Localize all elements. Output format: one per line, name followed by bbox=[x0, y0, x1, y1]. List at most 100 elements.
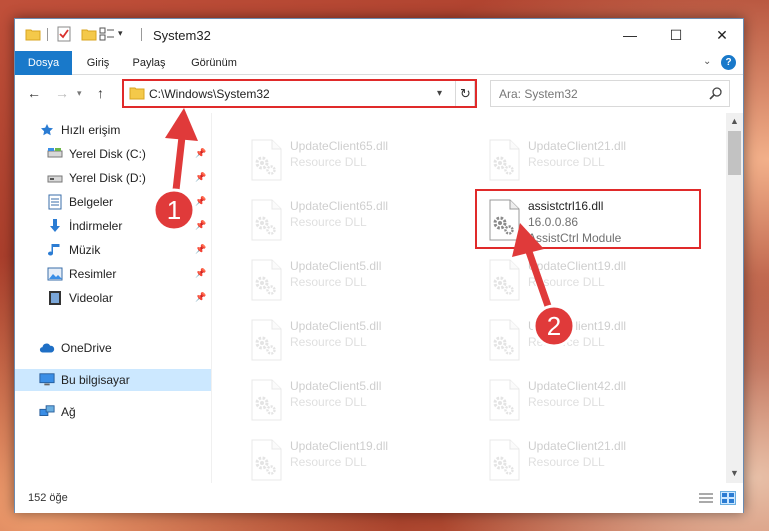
file-tile[interactable]: UpdateClient19.dll Resource DLL bbox=[480, 313, 708, 367]
pin-icon: 📌 bbox=[195, 292, 207, 302]
scroll-up-arrow-icon[interactable]: ▲ bbox=[730, 116, 739, 126]
file-tile[interactable]: UpdateClient42.dll Resource DLL bbox=[480, 373, 708, 427]
pin-icon: 📌 bbox=[195, 220, 207, 230]
file-name: UpdateClient19.dll bbox=[528, 319, 627, 333]
file-description: Resource DLL bbox=[528, 395, 605, 409]
navigation-pane: Hızlı erişim Yerel Disk (C:) 📌 Yerel Dis… bbox=[15, 113, 211, 483]
file-name: UpdateClient65.dll bbox=[290, 199, 389, 213]
file-name: assistctrl16.dll bbox=[528, 199, 604, 213]
file-description: Resource DLL bbox=[290, 215, 367, 229]
network-icon bbox=[39, 404, 55, 420]
scroll-down-arrow-icon[interactable]: ▼ bbox=[730, 468, 739, 478]
nav-item-network[interactable]: Ağ bbox=[15, 401, 211, 423]
address-history-chevron-icon[interactable]: ▾ bbox=[437, 88, 442, 99]
file-name: UpdateClient21.dll bbox=[528, 439, 627, 453]
nav-item-music[interactable]: Müzik 📌 bbox=[15, 239, 211, 261]
item-count: 152 öğe bbox=[28, 492, 68, 504]
maximize-button[interactable]: ☐ bbox=[653, 19, 699, 51]
vertical-scrollbar[interactable]: ▲ ▼ bbox=[726, 113, 743, 483]
file-description: Resource DLL bbox=[528, 455, 605, 469]
tab-view[interactable]: Görünüm bbox=[185, 51, 243, 75]
file-name: UpdateClient5.dll bbox=[290, 259, 382, 273]
nav-item-quick-access[interactable]: Hızlı erişim bbox=[15, 119, 211, 141]
file-description: AssistCtrl Module bbox=[528, 231, 622, 245]
file-tile[interactable]: UpdateClient65.dll Resource DLL bbox=[242, 193, 470, 247]
dll-file-icon bbox=[486, 379, 522, 421]
file-name: UpdateClient5.dll bbox=[290, 319, 382, 333]
dll-file-icon bbox=[486, 199, 522, 241]
file-description: Resource DLL bbox=[290, 455, 367, 469]
file-name: UpdateClient19.dll bbox=[290, 439, 389, 453]
navigation-bar: ← → ▾ ↑ C:\Windows\System32 ▾ ↻ Ara: Sys… bbox=[15, 75, 743, 113]
up-arrow-icon[interactable]: ↑ bbox=[97, 85, 104, 101]
help-icon[interactable]: ? bbox=[721, 55, 736, 70]
nav-item-pictures[interactable]: Resimler 📌 bbox=[15, 263, 211, 285]
nav-item-videos[interactable]: Videolar 📌 bbox=[15, 287, 211, 309]
close-button[interactable]: ✕ bbox=[699, 19, 745, 51]
file-version: 16.0.0.86 bbox=[528, 215, 579, 229]
minimize-button[interactable]: — bbox=[607, 19, 653, 51]
download-icon bbox=[47, 218, 63, 234]
search-icon[interactable] bbox=[709, 86, 723, 103]
dll-file-icon bbox=[486, 439, 522, 481]
drive-icon bbox=[47, 146, 63, 162]
refresh-icon[interactable]: ↻ bbox=[455, 81, 475, 106]
title-bar: ▾ System32 — ☐ ✕ bbox=[15, 19, 743, 51]
file-tile[interactable]: UpdateClient21.dll Resource DLL bbox=[480, 133, 708, 187]
view-options-icon[interactable] bbox=[99, 26, 115, 42]
search-placeholder[interactable]: Ara: System32 bbox=[499, 87, 578, 101]
nav-item-onedrive[interactable]: OneDrive bbox=[15, 337, 211, 359]
address-path[interactable]: C:\Windows\System32 bbox=[149, 87, 270, 101]
file-name: UpdateClient65.dll bbox=[290, 139, 389, 153]
scrollbar-thumb[interactable] bbox=[728, 131, 741, 175]
file-explorer-window: ▾ System32 — ☐ ✕ Dosya Giriş Paylaş Görü… bbox=[14, 18, 744, 513]
dll-file-icon bbox=[486, 319, 522, 361]
file-tile-assistctrl16[interactable]: assistctrl16.dll 16.0.0.86 AssistCtrl Modu… bbox=[480, 193, 708, 247]
address-bar[interactable]: C:\Windows\System32 ▾ ↻ bbox=[122, 80, 475, 107]
folder-icon bbox=[25, 26, 41, 42]
details-view-icon[interactable] bbox=[698, 491, 714, 505]
maximize-icon: ☐ bbox=[669, 26, 683, 43]
forward-arrow-icon[interactable]: → bbox=[55, 85, 69, 101]
properties-check-icon[interactable] bbox=[56, 26, 72, 42]
star-icon bbox=[39, 122, 55, 138]
nav-item-documents[interactable]: Belgeler 📌 bbox=[15, 191, 211, 213]
nav-item-local-disk-d[interactable]: Yerel Disk (D:) 📌 bbox=[15, 167, 211, 189]
computer-icon bbox=[39, 372, 55, 388]
back-arrow-icon[interactable]: ← bbox=[27, 85, 41, 101]
file-description: Resource DLL bbox=[528, 275, 605, 289]
dll-file-icon bbox=[486, 139, 522, 181]
file-description: Resource DLL bbox=[528, 335, 605, 349]
file-tile[interactable]: UpdateClient65.dll Resource DLL bbox=[242, 133, 470, 187]
file-tile[interactable]: UpdateClient5.dll Resource DLL bbox=[242, 313, 470, 367]
dll-file-icon bbox=[248, 259, 284, 301]
pin-icon: 📌 bbox=[195, 268, 207, 278]
nav-item-downloads[interactable]: İndirmeler 📌 bbox=[15, 215, 211, 237]
recent-locations-chevron-icon[interactable]: ▾ bbox=[77, 88, 82, 99]
file-tile[interactable]: UpdateClient19.dll Resource DLL bbox=[242, 433, 470, 483]
ribbon-tabs: Dosya Giriş Paylaş Görünüm ⌄ ? bbox=[15, 51, 743, 75]
file-tile[interactable]: UpdateClient19.dll Resource DLL bbox=[480, 253, 708, 307]
toolbar-separator bbox=[47, 28, 48, 41]
file-tile[interactable]: UpdateClient21.dll Resource DLL bbox=[480, 433, 708, 483]
file-description: Resource DLL bbox=[290, 395, 367, 409]
search-box[interactable]: Ara: System32 bbox=[490, 80, 730, 107]
tab-home[interactable]: Giriş bbox=[76, 51, 120, 75]
expand-ribbon-chevron-icon[interactable]: ⌄ bbox=[703, 56, 711, 67]
dll-file-icon bbox=[248, 379, 284, 421]
file-name: UpdateClient5.dll bbox=[290, 379, 382, 393]
file-tile[interactable]: UpdateClient5.dll Resource DLL bbox=[242, 373, 470, 427]
tab-file[interactable]: Dosya bbox=[15, 51, 72, 75]
file-description: Resource DLL bbox=[290, 275, 367, 289]
nav-item-this-pc[interactable]: Bu bilgisayar bbox=[15, 369, 211, 391]
pin-icon: 📌 bbox=[195, 148, 207, 158]
pictures-icon bbox=[47, 266, 63, 282]
file-tile[interactable]: UpdateClient5.dll Resource DLL bbox=[242, 253, 470, 307]
nav-item-local-disk-c[interactable]: Yerel Disk (C:) 📌 bbox=[15, 143, 211, 165]
tiles-view-icon[interactable] bbox=[720, 491, 736, 505]
new-folder-icon[interactable] bbox=[81, 26, 97, 42]
customize-toolbar-dropdown-icon[interactable]: ▾ bbox=[118, 28, 123, 39]
dll-file-icon bbox=[486, 259, 522, 301]
tab-share[interactable]: Paylaş bbox=[123, 51, 175, 75]
dll-file-icon bbox=[248, 439, 284, 481]
